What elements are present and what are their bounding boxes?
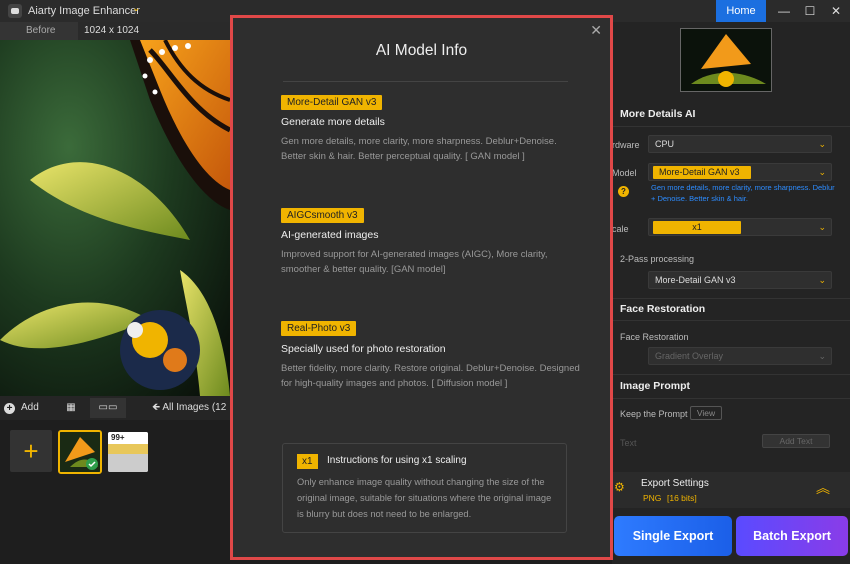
add-button[interactable]: + Add [4,400,39,416]
divider [612,398,850,399]
help-icon[interactable]: ? [618,186,629,197]
model-desc-real-photo: Better fidelity, more clarity. Restore o… [281,363,580,389]
app-logo-icon [8,4,22,18]
hardware-dropdown[interactable]: CPU ⌄ [648,135,832,153]
chevron-down-icon: ⌄ [818,139,826,149]
app-title: Aiarty Image Enhancer [28,5,140,17]
scale-chip: x1 [653,221,741,234]
dialog-title: AI Model Info [375,42,468,59]
model-desc-aigcsmooth: Improved support for AI-generated images… [281,249,548,275]
model-label: Model [612,168,637,178]
butterfly-image [0,40,230,396]
model-heading-real-photo: Specially used for photo restoration [281,343,446,355]
add-image-button[interactable]: + [10,430,52,472]
model-chip-aigcsmooth: AIGCsmooth v3 [281,208,364,223]
chevron-down-icon: ⌄ [818,222,826,232]
x1-title: Instructions for using x1 scaling [327,455,467,466]
chevron-up-icon[interactable]: ︽ [816,478,830,498]
thumbnail-selected[interactable] [58,430,102,474]
model-heading-aigcsmooth: AI-generated images [281,229,379,241]
divider [612,298,850,299]
mini-preview-image [681,29,771,91]
more-details-title: More Details AI [620,108,696,120]
model-chip-real-photo: Real-Photo v3 [281,321,357,336]
model-chip-more-detail: More-Detail GAN v3 [281,95,383,110]
hardware-label: rdware [612,140,640,150]
face-restoration-dropdown[interactable]: Gradient Overlay ⌄ [648,347,832,365]
export-settings-label: Export Settings [641,478,709,489]
x1-instructions-box: x1 Instructions for using x1 scaling Onl… [282,443,567,533]
add-label: Add [21,402,39,413]
face-restoration-label: Face Restoration [620,332,689,342]
model-chip: More-Detail GAN v3 [653,166,751,179]
view-button[interactable]: View [690,406,722,420]
hardware-value: CPU [655,139,675,149]
list-view-icon[interactable]: ▭▭ [90,398,126,418]
divider [283,81,568,82]
thumbnail-item[interactable]: 99+ [108,432,148,472]
divider [612,374,850,375]
chevron-down-icon[interactable]: ⌄ [132,3,140,14]
export-bits: [16 bits] [667,493,697,503]
face-restoration-title: Face Restoration [620,303,706,315]
mini-preview[interactable] [680,28,772,92]
bottom-toolbar: + Add ▦ ▭▭ 🡸 All Images (12 [0,396,230,420]
x1-chip: x1 [297,454,318,469]
scale-dropdown[interactable]: x1 ⌄ [648,218,832,236]
butterfly-thumb [60,432,100,472]
face-restoration-value: Gradient Overlay [655,351,724,361]
close-icon[interactable]: ✕ [590,22,602,39]
maximize-icon[interactable]: ☐ [798,2,822,20]
batch-export-button[interactable]: Batch Export [736,516,848,556]
add-text-button[interactable]: Add Text [762,434,830,448]
all-images-dropdown[interactable]: 🡸 All Images (12 [152,400,226,416]
model-note: Gen more details, more clarity, more sha… [651,183,835,203]
gear-icon: ⚙ [614,480,625,494]
two-pass-value: More-Detail GAN v3 [655,275,736,285]
grid-view-icon[interactable]: ▦ [60,398,82,418]
image-prompt-title: Image Prompt [620,380,691,392]
two-pass-dropdown[interactable]: More-Detail GAN v3 ⌄ [648,271,832,289]
minimize-icon[interactable]: — [772,2,796,20]
plus-circle-icon: + [4,402,15,414]
all-images-label: All Images (12 [162,402,227,413]
settings-panel: More Details AI rdware CPU ⌄ Model More-… [612,22,850,564]
export-settings-row[interactable]: ⚙ Export Settings PNG [16 bits] ︽ [612,472,850,508]
app-window: Aiarty Image Enhancer ⌄ Home — ☐ ✕ Befor… [0,0,850,564]
home-button[interactable]: Home [716,0,766,22]
model-dropdown[interactable]: More-Detail GAN v3 ⌄ [648,163,832,181]
count-badge: 99+ [111,433,125,442]
close-icon[interactable]: ✕ [824,2,848,20]
ai-model-info-dialog: ✕ AI Model Info More-Detail GAN v3 Gener… [230,15,613,560]
thumbnail-strip: + 99+ [0,420,230,564]
scale-label: cale [612,224,629,234]
keep-prompt-label: Keep the Prompt [620,409,688,419]
chevron-down-icon: ⌄ [818,275,826,285]
arrow-left-icon: 🡸 [152,402,163,413]
x1-desc: Only enhance image quality without chang… [297,477,552,519]
single-export-button[interactable]: Single Export [614,516,732,556]
image-preview[interactable] [0,40,230,396]
text-label: Text [620,438,637,448]
tab-before[interactable]: Before [0,22,78,40]
two-pass-label: 2-Pass processing [620,254,695,264]
export-format: PNG [643,493,662,503]
image-size-label: 1024 x 1024 [84,25,140,36]
divider [612,126,850,127]
view-tabs: Before 1024 x 1024 [0,22,230,40]
chevron-down-icon: ⌄ [818,351,826,361]
divider [612,320,850,321]
model-desc-more-detail: Gen more details, more clarity, more sha… [281,136,557,162]
chevron-down-icon: ⌄ [818,167,826,177]
model-heading-more-detail: Generate more details [281,116,385,128]
